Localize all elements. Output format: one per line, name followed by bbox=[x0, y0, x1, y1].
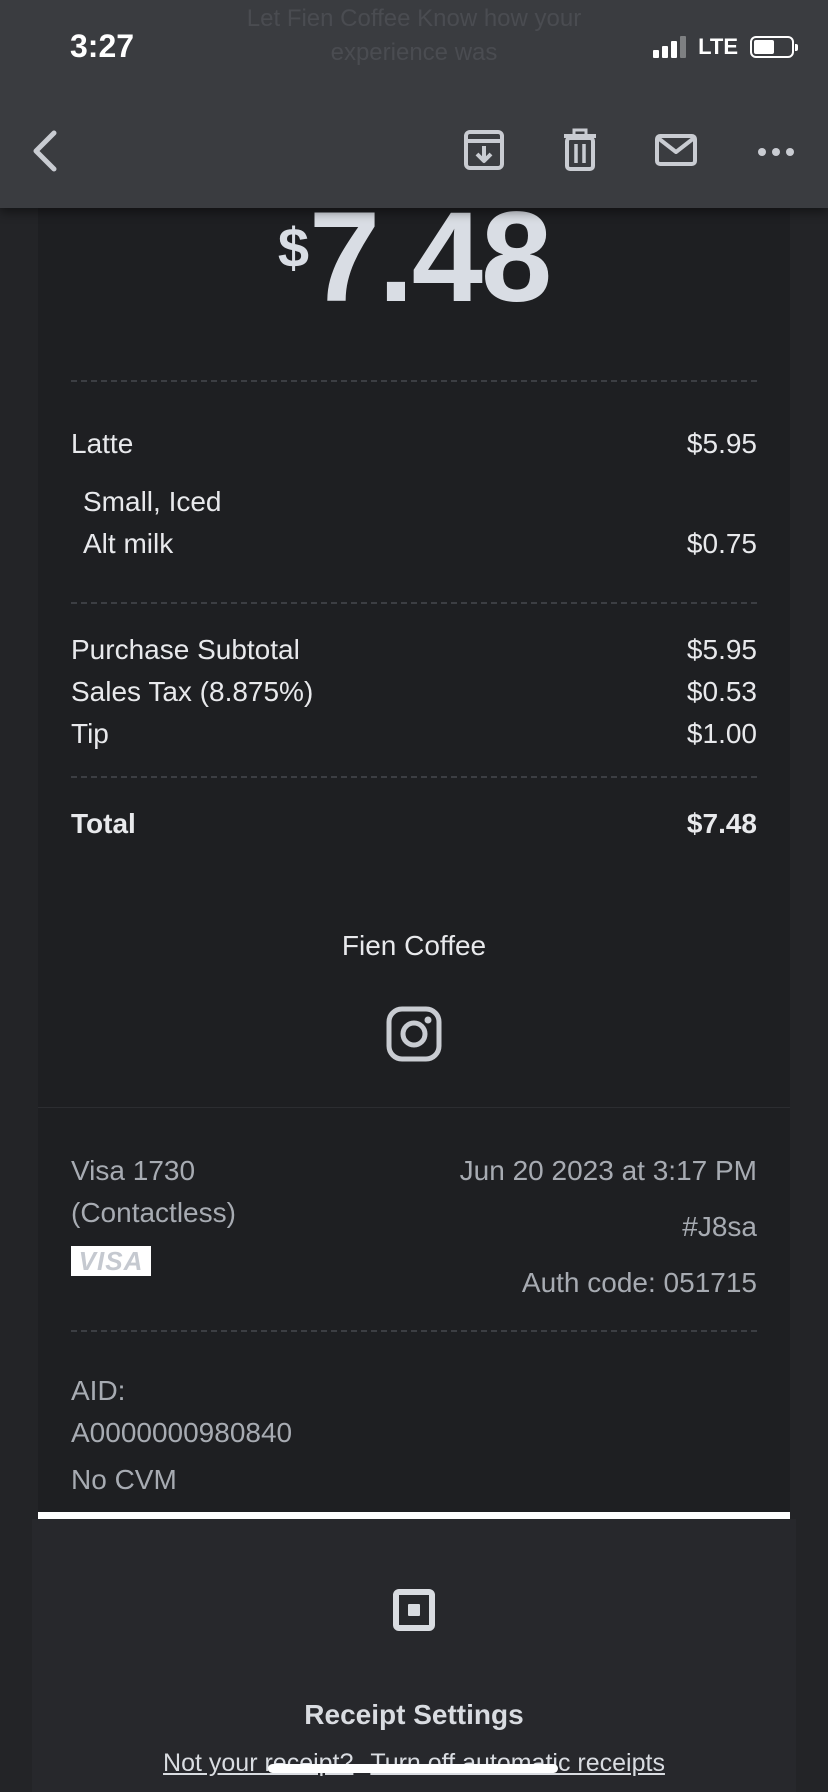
battery-icon bbox=[750, 36, 798, 58]
receipt-id: #J8sa bbox=[682, 1211, 757, 1242]
tip-value: $1.00 bbox=[686, 718, 757, 749]
payment-method: (Contactless) bbox=[71, 1197, 236, 1228]
email-toolbar: Let Fien Coffee Know how your experience… bbox=[0, 0, 828, 208]
dashed-divider bbox=[71, 380, 757, 382]
aid-info: AID: A0000000980840 bbox=[71, 1370, 292, 1454]
line-item-label: Latte bbox=[71, 428, 134, 459]
tip-label: Tip bbox=[71, 718, 109, 749]
back-icon[interactable] bbox=[28, 128, 64, 174]
status-indicators: LTE bbox=[653, 34, 798, 60]
mail-icon[interactable] bbox=[654, 128, 698, 172]
modifier-label: Alt milk bbox=[83, 528, 174, 559]
cvm-status: No CVM bbox=[71, 1464, 177, 1495]
subtotal-row: Purchase Subtotal $5.95 bbox=[71, 634, 757, 666]
card-number: Visa 1730 bbox=[71, 1155, 196, 1186]
square-logo-icon bbox=[393, 1589, 435, 1631]
payment-card-info: Visa 1730 (Contactless) bbox=[71, 1150, 236, 1234]
receipt-footer: Receipt Settings Not your receipt? Turn … bbox=[32, 1519, 796, 1792]
receipt-edge bbox=[38, 1512, 790, 1519]
trash-icon[interactable] bbox=[558, 128, 602, 172]
dashed-divider bbox=[71, 1330, 757, 1332]
tip-row: Tip $1.00 bbox=[71, 718, 757, 750]
subtotal-value: $5.95 bbox=[686, 634, 757, 665]
modifier-price: $0.75 bbox=[686, 528, 757, 559]
payment-meta: Jun 20 2023 at 3:17 PM #J8sa Auth code: … bbox=[460, 1150, 757, 1318]
tax-label: Sales Tax (8.875%) bbox=[71, 676, 314, 707]
archive-icon[interactable] bbox=[462, 128, 506, 172]
home-indicator[interactable] bbox=[268, 1764, 558, 1773]
auth-code: Auth code: 051715 bbox=[521, 1267, 757, 1298]
dashed-divider bbox=[71, 602, 757, 604]
total-row: Total $7.48 bbox=[71, 808, 757, 840]
receipt-settings-title: Receipt Settings bbox=[304, 1699, 524, 1730]
store-name: Fien Coffee bbox=[341, 930, 487, 961]
more-icon[interactable] bbox=[754, 128, 798, 172]
receipt-total-amount: $7.48 bbox=[38, 194, 790, 322]
status-time: 3:27 bbox=[70, 28, 135, 64]
line-item: Latte $5.95 bbox=[71, 428, 757, 460]
tax-row: Sales Tax (8.875%) $0.53 bbox=[71, 676, 757, 708]
line-item-modifier: Alt milk $0.75 bbox=[71, 528, 757, 560]
aid-label: AID: bbox=[71, 1375, 126, 1406]
section-divider bbox=[38, 1107, 790, 1108]
modifier-label: Small, Iced bbox=[83, 486, 222, 517]
signal-icon bbox=[653, 36, 687, 58]
total-value: $7.48 bbox=[686, 808, 757, 839]
line-item-price: $5.95 bbox=[686, 428, 757, 459]
transaction-datetime: Jun 20 2023 at 3:17 PM bbox=[459, 1155, 757, 1186]
network-type: LTE bbox=[698, 34, 738, 59]
aid-value: A0000000980840 bbox=[71, 1417, 293, 1448]
amount-currency: $ bbox=[277, 216, 310, 279]
receipt-card: $7.48 Latte $5.95 Small, Iced Alt milk $… bbox=[38, 0, 790, 1512]
tax-value: $0.53 bbox=[686, 676, 757, 707]
dashed-divider bbox=[71, 776, 757, 778]
instagram-icon[interactable] bbox=[386, 1006, 442, 1062]
subtotal-label: Purchase Subtotal bbox=[71, 634, 300, 665]
total-label: Total bbox=[71, 808, 136, 839]
line-item-modifier: Small, Iced bbox=[71, 486, 757, 518]
visa-logo: VISA bbox=[71, 1246, 151, 1276]
